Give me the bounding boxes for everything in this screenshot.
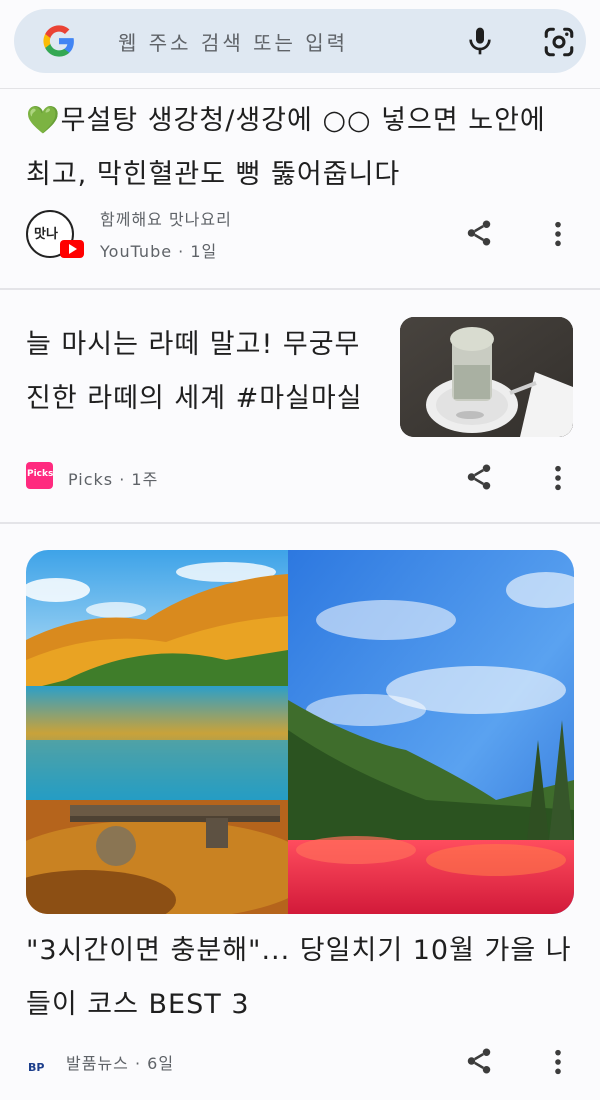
card-3-headline-line1: "3시간이면 충분해"... 당일치기 10월 가을 나 — [26, 935, 572, 966]
card-2-headline-line1: 늘 마시는 라떼 말고! 무궁무 — [26, 329, 361, 360]
divider — [0, 522, 600, 524]
card-1-headline[interactable]: 💚무설탕 생강청/생강에 ○○ 넣으면 노안에 최고, 막힌혈관도 뻥 뚫어줍니… — [26, 94, 586, 202]
card-2-source: Picks — [68, 470, 114, 489]
card-1-headline-line2: 최고, 막힌혈관도 뻥 뚫어줍니다 — [26, 159, 401, 190]
feed-card-2[interactable]: 늘 마시는 라떼 말고! 무궁무 진한 라떼의 세계 #마실마실 Picks P… — [0, 290, 600, 522]
youtube-badge-icon — [60, 240, 84, 258]
card-2-headline-line2: 진한 라떼의 세계 #마실마실 — [26, 383, 363, 414]
dot-separator: · — [119, 470, 132, 489]
card-3-headline[interactable]: "3시간이면 충분해"... 당일치기 10월 가을 나 들이 코스 BEST … — [26, 924, 586, 1032]
dot-separator: · — [134, 1054, 148, 1073]
card-3-headline-line2: 들이 코스 BEST 3 — [26, 989, 250, 1020]
share-icon[interactable] — [464, 462, 494, 492]
share-icon[interactable] — [464, 1046, 494, 1076]
latte-image — [400, 317, 573, 437]
more-vert-icon[interactable] — [553, 1048, 563, 1076]
baldpum-logo-text: BP — [28, 1061, 45, 1074]
channel-logo-text: 맛나 — [34, 227, 58, 242]
card-3-age: 6일 — [147, 1054, 175, 1073]
baldpum-logo[interactable]: BP — [28, 1056, 54, 1074]
card-2-age: 1주 — [131, 470, 159, 489]
microphone-icon[interactable] — [464, 25, 496, 57]
card-3-image[interactable] — [26, 550, 574, 914]
search-bar[interactable]: 웹 주소 검색 또는 입력 — [14, 9, 586, 73]
google-g-icon — [43, 25, 74, 57]
more-vert-icon[interactable] — [553, 220, 563, 248]
feed-card-1[interactable]: 💚무설탕 생강청/생강에 ○○ 넣으면 노안에 최고, 막힌혈관도 뻥 뚫어줍니… — [0, 88, 600, 288]
card-3-source: 발품뉴스 — [66, 1054, 129, 1073]
picks-logo[interactable]: Picks — [26, 462, 53, 489]
autumn-landscape-image — [26, 550, 574, 914]
card-1-headline-line1: 💚무설탕 생강청/생강에 ○○ 넣으면 노안에 — [26, 105, 546, 136]
card-3-source-line: 발품뉴스 · 6일 — [66, 1050, 174, 1074]
feed-card-3[interactable]: "3시간이면 충분해"... 당일치기 10월 가을 나 들이 코스 BEST … — [0, 914, 600, 1100]
card-1-source: YouTube — [100, 242, 173, 261]
card-1-source-line: YouTube · 1일 — [100, 238, 217, 262]
camera-lens-icon[interactable] — [542, 25, 576, 59]
channel-avatar[interactable]: 맛나 — [26, 210, 84, 258]
search-placeholder[interactable]: 웹 주소 검색 또는 입력 — [118, 27, 348, 56]
card-2-headline[interactable]: 늘 마시는 라떼 말고! 무궁무 진한 라떼의 세계 #마실마실 — [26, 318, 376, 426]
channel-name[interactable]: 함께해요 맛나요리 — [100, 206, 232, 230]
picks-logo-text: Picks — [27, 469, 54, 479]
top-search-area: 웹 주소 검색 또는 입력 — [0, 0, 600, 89]
share-icon[interactable] — [464, 218, 494, 248]
card-1-age: 1일 — [190, 242, 218, 261]
dot-separator: · — [178, 242, 191, 261]
more-vert-icon[interactable] — [553, 464, 563, 492]
card-2-source-line: Picks · 1주 — [68, 466, 158, 490]
card-2-thumbnail[interactable] — [400, 317, 573, 437]
